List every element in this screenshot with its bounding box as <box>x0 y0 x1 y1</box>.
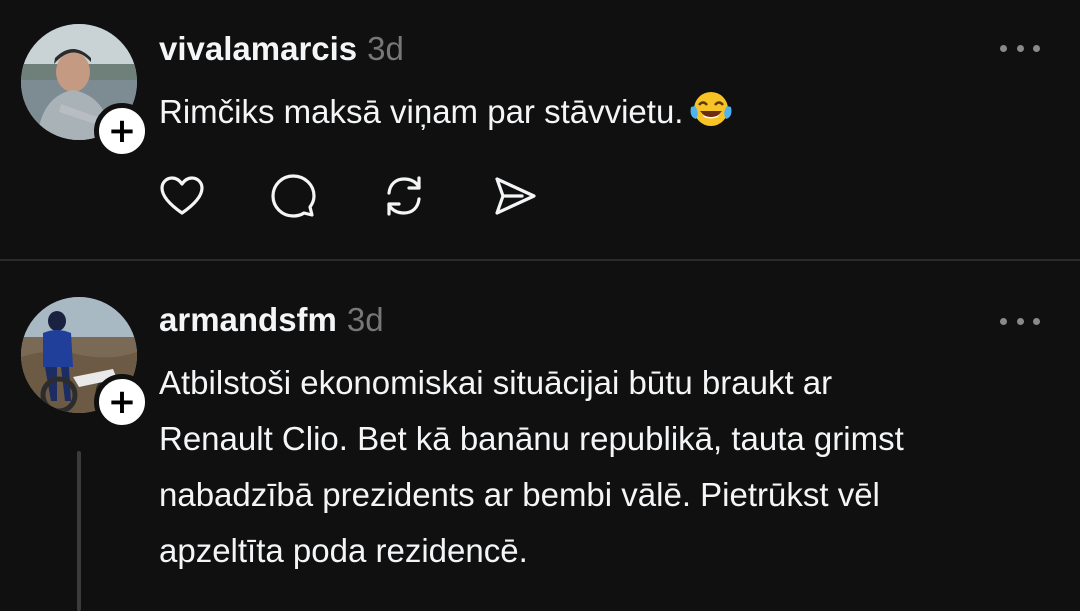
post-time: 3d <box>346 301 384 338</box>
more-options-icon[interactable] <box>1000 41 1040 55</box>
post-text-line: Atbilstoši ekonomiskai situācijai būtu b… <box>159 364 833 401</box>
post-time: 3d <box>367 30 404 67</box>
share-icon[interactable] <box>491 172 539 220</box>
username[interactable]: armandsfm 3d <box>159 301 384 339</box>
post-text-line: apzeltīta poda rezidencē. <box>159 532 528 569</box>
face-with-tears-of-joy-icon <box>689 89 733 146</box>
post-actions <box>158 172 602 220</box>
heart-icon[interactable] <box>158 172 206 220</box>
post-text-line: Renault Clio. Bet kā banānu republikā, t… <box>159 420 904 457</box>
follow-button[interactable]: + <box>94 103 150 159</box>
username[interactable]: vivalamarcis 3d <box>159 30 404 68</box>
follow-button[interactable]: + <box>94 374 150 430</box>
thread-line <box>77 451 81 611</box>
repost-icon[interactable] <box>380 172 428 220</box>
post-text-line: nabadzībā prezidents ar bembi vālē. Piet… <box>159 476 880 513</box>
username-text[interactable]: armandsfm <box>159 301 337 338</box>
post-vivalamarcis: + vivalamarcis 3d Rimčiks maksā viņam par… <box>0 0 1080 259</box>
more-options-icon[interactable] <box>1000 314 1040 328</box>
post-text-content: Rimčiks maksā viņam par stāvvietu. <box>159 93 684 130</box>
comment-icon[interactable] <box>269 172 317 220</box>
post-text: Rimčiks maksā viņam par stāvvietu. <box>159 84 733 146</box>
post-armandsfm: + armandsfm 3d Atbilstoši ekonomiskai sit… <box>0 261 1080 611</box>
post-text: Atbilstoši ekonomiskai situācijai būtu b… <box>159 355 904 579</box>
username-text[interactable]: vivalamarcis <box>159 30 357 67</box>
